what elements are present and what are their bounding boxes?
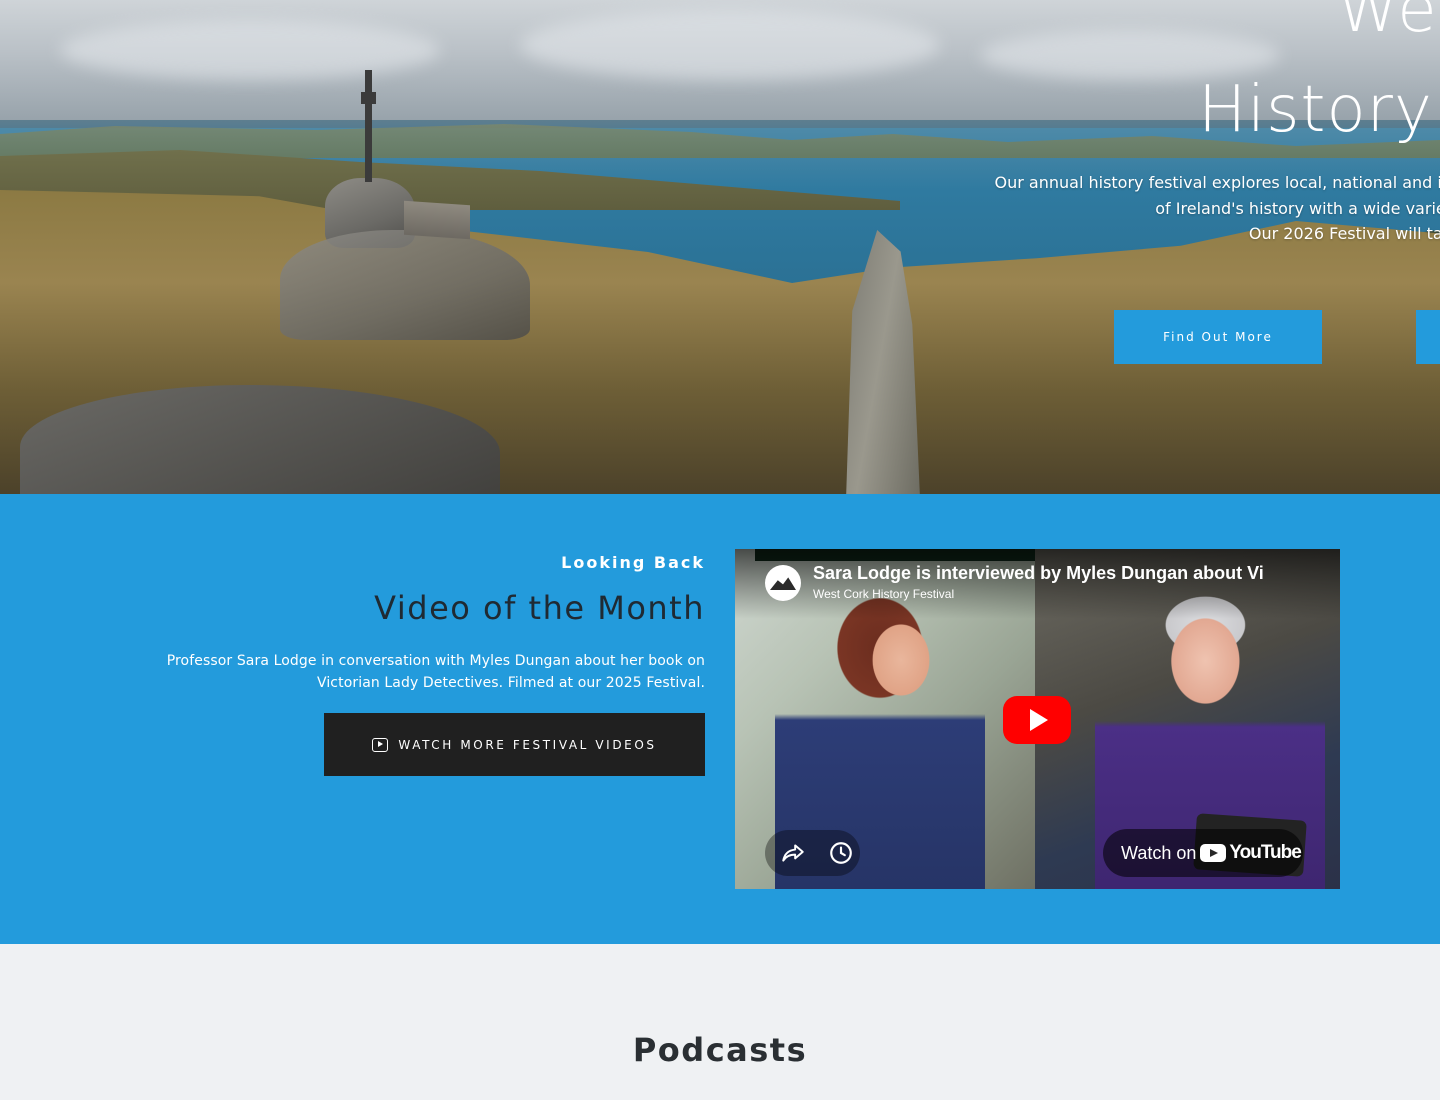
podcasts-title: Podcasts [632,1031,808,1069]
podcasts-section: Podcasts [0,944,1440,1100]
hero-desc-line1: Our annual history festival explores loc… [994,173,1440,192]
find-out-more-button[interactable]: Find Out More [1114,310,1322,364]
play-square-icon [372,737,389,752]
hero-cloud [520,10,940,80]
section-kicker: Looking Back [561,553,705,572]
hero-banner: Wes History F Our annual history festiva… [0,0,1440,494]
youtube-logo: YouTube [1200,842,1302,864]
section-description: Professor Sara Lodge in conversation wit… [65,650,705,694]
hero-description: Our annual history festival explores loc… [932,170,1440,247]
hero-rock-outcrop [280,230,530,340]
watch-on-youtube-button[interactable]: Watch on YouTube [1103,829,1303,877]
video-of-the-month-section: Looking Back Video of the Month Professo… [0,494,1440,944]
hero-title-line2: History F [1198,73,1440,147]
hero-memorial-plaque [404,200,470,240]
section-desc-line1: Professor Sara Lodge in conversation wit… [166,653,705,669]
watch-more-videos-label: WATCH MORE FESTIVAL VIDEOS [398,737,657,752]
youtube-play-icon [1200,844,1227,862]
share-icon[interactable] [780,840,806,866]
watch-on-label: Watch on [1121,842,1197,863]
secondary-hero-button[interactable] [1416,310,1440,364]
hero-desc-line2: of Ireland's history with a wide variet [1155,198,1440,218]
watch-more-videos-button[interactable]: WATCH MORE FESTIVAL VIDEOS [324,713,705,776]
video-title-link[interactable]: Sara Lodge is interviewed by Myles Dunga… [813,562,1303,584]
clock-icon[interactable] [828,840,854,866]
hero-title-line1: Wes [1336,0,1440,47]
channel-name-link[interactable]: West Cork History Festival [813,587,954,601]
youtube-wordmark: YouTube [1229,842,1301,863]
play-icon[interactable] [1003,696,1071,744]
channel-avatar[interactable] [765,565,801,601]
hero-cross-monument [365,70,372,182]
section-desc-line2: Victorian Lady Detectives. Filmed at our… [316,675,705,691]
youtube-embed[interactable]: Sara Lodge is interviewed by Myles Dunga… [735,549,1340,889]
video-section-text: Looking Back Video of the Month Professo… [65,552,705,776]
hero-desc-line3: Our 2026 Festival will tak [1248,224,1440,244]
hero-title: Wes History F [1198,0,1440,142]
hero-cross-monument-head [361,92,376,104]
hero-cloud [60,20,440,80]
video-title-overlay [735,549,1340,619]
channel-logo-icon [770,577,796,590]
section-title: Video of the Month [374,589,705,627]
